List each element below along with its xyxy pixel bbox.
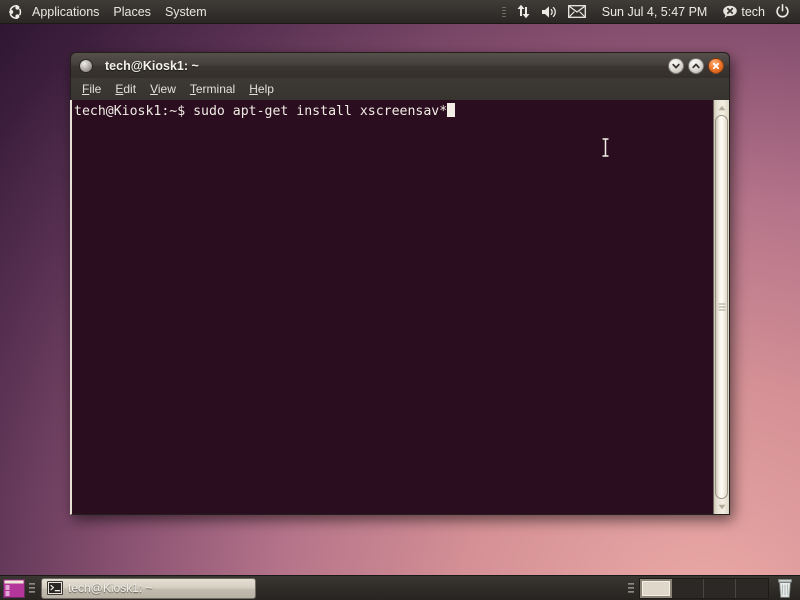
menu-view-rest: iew (157, 82, 176, 96)
terminal-window[interactable]: tech@Kiosk1: ~ File Edit View Terminal H… (70, 52, 730, 522)
network-icon[interactable] (511, 0, 536, 23)
chat-offline-icon (723, 5, 738, 19)
task-button-terminal[interactable]: tech@Kiosk1: ~ (41, 577, 256, 599)
menu-applications[interactable]: Applications (25, 0, 106, 23)
menu-file-rest: ile (89, 82, 102, 96)
window-controls (668, 57, 724, 74)
top-panel: Applications Places System Sun Jul 4, 5:… (0, 0, 800, 24)
terminal-titlebar[interactable]: tech@Kiosk1: ~ (70, 52, 730, 78)
terminal-scrollbar[interactable] (713, 100, 729, 514)
menu-help-rest: elp (257, 82, 274, 96)
top-panel-left: Applications Places System (0, 0, 214, 23)
bottom-panel-right (625, 576, 800, 600)
top-panel-right: Sun Jul 4, 5:47 PM tech (497, 0, 800, 23)
messaging-icon[interactable] (563, 0, 591, 23)
panel-grip-left[interactable] (29, 580, 35, 596)
indicator-applet-handle (497, 0, 511, 23)
window-title: tech@Kiosk1: ~ (105, 58, 199, 73)
user-menu[interactable]: tech (718, 0, 770, 23)
terminal-menubar: File Edit View Terminal Help (70, 78, 730, 100)
desktop: Applications Places System Sun Jul 4, 5:… (0, 0, 800, 600)
menu-applications-label: Applications (32, 4, 100, 19)
volume-icon[interactable] (536, 0, 563, 23)
clock-label: Sun Jul 4, 5:47 PM (601, 4, 708, 19)
scroll-up-icon[interactable] (715, 101, 729, 114)
menu-edit[interactable]: Edit (108, 80, 143, 98)
terminal-cursor (447, 103, 456, 117)
workspace-switcher[interactable] (639, 577, 769, 599)
menu-help[interactable]: Help (242, 80, 281, 98)
menu-help-mnemonic: H (249, 82, 258, 96)
power-icon[interactable] (770, 0, 795, 23)
terminal-line-text: tech@Kiosk1:~$ sudo apt-get install xscr… (74, 104, 448, 119)
menu-view[interactable]: View (143, 80, 183, 98)
username-label: tech (741, 4, 765, 19)
menu-edit-rest: dit (123, 82, 137, 96)
scrollbar-thumb[interactable] (715, 115, 728, 499)
workspace-1[interactable] (640, 578, 672, 598)
workspace-4[interactable] (736, 578, 768, 598)
mouse-ibeam-cursor (601, 138, 610, 157)
menu-places[interactable]: Places (106, 0, 158, 23)
close-icon[interactable] (708, 57, 724, 74)
maximize-icon[interactable] (688, 57, 704, 74)
trash-icon[interactable] (774, 577, 796, 599)
terminal-command-line: tech@Kiosk1:~$ sudo apt-get install xscr… (74, 103, 709, 120)
task-button-label: tech@Kiosk1: ~ (68, 581, 153, 595)
menu-view-mnemonic: V (150, 82, 158, 96)
show-desktop-icon[interactable] (2, 577, 26, 599)
terminal-text-area[interactable]: tech@Kiosk1:~$ sudo apt-get install xscr… (72, 100, 713, 514)
menu-file[interactable]: File (75, 80, 108, 98)
bottom-panel: tech@Kiosk1: ~ (0, 575, 800, 600)
scrollbar-grip (718, 302, 725, 313)
terminal-window-icon (79, 58, 93, 73)
workspace-2[interactable] (672, 578, 704, 598)
scroll-down-icon[interactable] (715, 500, 729, 513)
menu-system-label: System (164, 4, 207, 19)
menu-terminal[interactable]: Terminal (183, 80, 242, 98)
menu-places-label: Places (113, 4, 151, 19)
menu-terminal-rest: erminal (195, 82, 236, 96)
minimize-icon[interactable] (668, 57, 684, 74)
clock[interactable]: Sun Jul 4, 5:47 PM (591, 0, 719, 23)
panel-grip-right[interactable] (628, 580, 634, 596)
terminal-body[interactable]: tech@Kiosk1:~$ sudo apt-get install xscr… (70, 100, 730, 515)
menu-system[interactable]: System (158, 0, 214, 23)
ubuntu-logo-icon[interactable] (6, 3, 24, 21)
workspace-3[interactable] (704, 578, 736, 598)
terminal-icon (47, 581, 63, 595)
